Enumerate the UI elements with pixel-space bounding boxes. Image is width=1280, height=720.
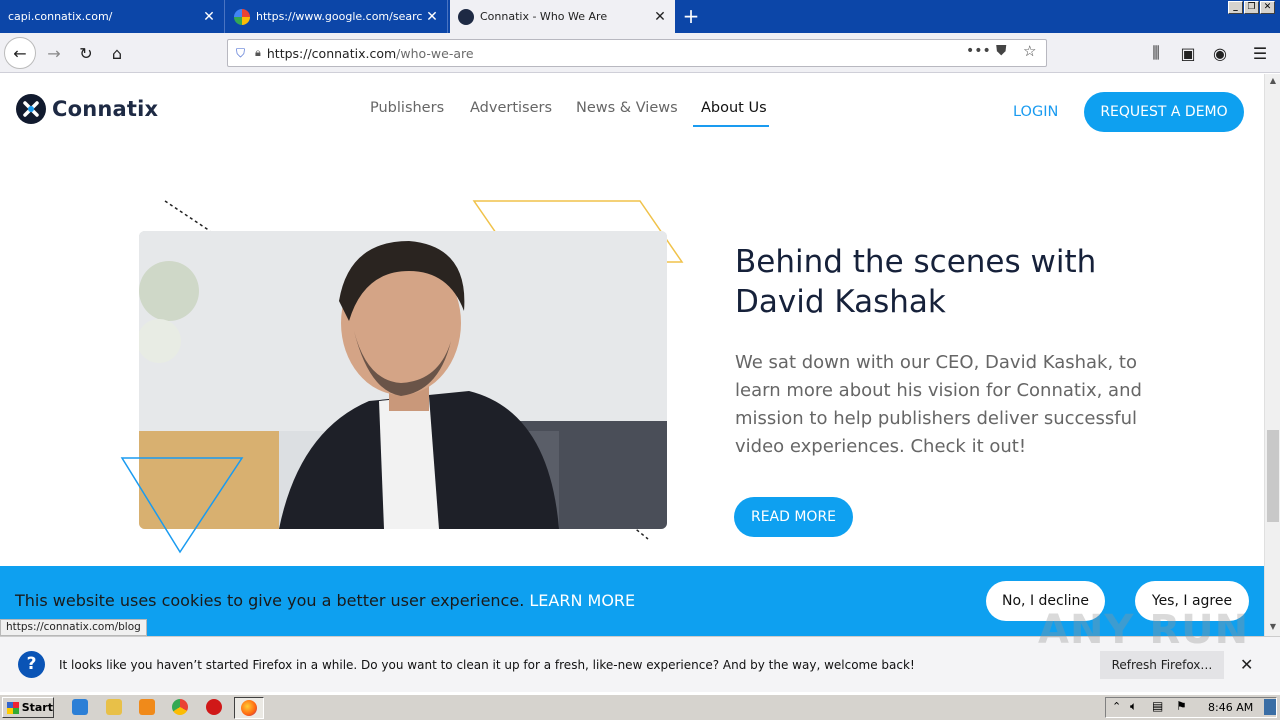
library-icon[interactable]: ⫼ [1142, 39, 1170, 67]
tab-title: Connatix - Who We Are [480, 10, 608, 23]
flag-icon[interactable]: ⚑ [1176, 699, 1187, 713]
folder-icon[interactable] [106, 699, 122, 715]
close-icon[interactable]: ✕ [423, 8, 441, 26]
taskbar-clock: 8:46 AM [1208, 701, 1254, 714]
decorative-triangle [120, 457, 244, 554]
restore-icon[interactable]: ❐ [1244, 1, 1259, 14]
question-icon: ? [18, 651, 45, 678]
page-scrollbar[interactable]: ▲ ▼ [1264, 74, 1280, 636]
windows-logo-icon [7, 701, 19, 714]
connatix-favicon-icon [458, 8, 474, 25]
show-desktop-icon[interactable] [1264, 699, 1276, 715]
feature-description: We sat down with our CEO, David Kashak, … [735, 352, 1142, 457]
back-icon[interactable]: ← [4, 37, 36, 69]
taskbar: Start ⌃ 🔈︎ ▤ ⚑ 8:46 AM [0, 694, 1280, 720]
tray-expand-icon[interactable]: ⌃ [1112, 700, 1121, 713]
close-window-icon[interactable]: ✕ [1260, 1, 1275, 14]
cookie-message: This website uses cookies to give you a … [15, 591, 525, 610]
account-icon[interactable]: ◉ [1206, 39, 1234, 67]
google-icon [234, 8, 250, 25]
start-label: Start [21, 701, 53, 714]
tab-title: https://www.google.com/search? [256, 10, 423, 23]
volume-icon[interactable]: 🔈︎ [1130, 699, 1137, 714]
close-icon[interactable]: ✕ [1240, 655, 1253, 674]
bookmark-star-icon[interactable]: ☆ [1023, 42, 1036, 60]
tab-title: capi.connatix.com/ [8, 10, 113, 23]
feature-headline: Behind the scenes with David Kashak [735, 244, 1097, 320]
network-icon[interactable]: ▤ [1152, 699, 1163, 713]
tab-capi[interactable]: capi.connatix.com/ ✕ [0, 0, 225, 33]
close-icon[interactable]: ✕ [200, 8, 218, 26]
refresh-firefox-button[interactable]: Refresh Firefox… [1100, 651, 1224, 679]
tab-connatix[interactable]: Connatix - Who We Are ✕ [450, 0, 675, 33]
scroll-down-icon[interactable]: ▼ [1267, 622, 1279, 634]
status-link-preview: https://connatix.com/blog [0, 619, 147, 636]
tab-google[interactable]: https://www.google.com/search? ✕ [226, 0, 448, 33]
close-icon[interactable]: ✕ [651, 8, 669, 26]
learn-more-link[interactable]: LEARN MORE [529, 591, 635, 610]
minimize-icon[interactable]: _ [1228, 1, 1243, 14]
new-tab-icon[interactable]: + [680, 6, 702, 28]
menu-icon[interactable]: ☰ [1246, 39, 1274, 67]
pocket-icon[interactable]: ⛊ [996, 43, 1007, 59]
reload-icon[interactable]: ↻ [72, 39, 100, 67]
notification-text: It looks like you haven’t started Firefo… [59, 658, 915, 672]
anyrun-watermark: ANY RUN [1038, 607, 1250, 653]
url-bar[interactable]: ⛉ 🔒︎ https://connatix.com/who-we-are •••… [227, 39, 1047, 67]
start-button[interactable]: Start [2, 697, 54, 718]
media-player-icon[interactable] [139, 699, 155, 715]
lock-icon: 🔒︎ [255, 46, 261, 59]
tab-strip: capi.connatix.com/ ✕ https://www.google.… [0, 0, 1280, 33]
url-host: https://connatix.com [266, 45, 397, 61]
opera-icon[interactable] [206, 699, 222, 715]
url-path: /who-we-are [396, 45, 474, 61]
read-more-button[interactable]: READ MORE [734, 497, 853, 537]
firefox-icon [241, 700, 257, 716]
navigation-toolbar: ← → ↻ ⌂ ⛉ 🔒︎ https://connatix.com/who-we… [0, 33, 1280, 73]
forward-icon[interactable]: → [40, 39, 68, 67]
shield-icon: ⛉ [236, 45, 246, 60]
sidebar-icon[interactable]: ▣ [1174, 39, 1202, 67]
web-page: Connatix Publishers Advertisers News & V… [0, 74, 1264, 636]
more-actions-icon[interactable]: ••• [966, 43, 991, 59]
scroll-up-icon[interactable]: ▲ [1267, 76, 1279, 88]
scrollbar-thumb[interactable] [1267, 430, 1279, 522]
taskbar-firefox-window[interactable] [234, 697, 264, 719]
ie-icon[interactable] [72, 699, 88, 715]
home-icon[interactable]: ⌂ [103, 39, 131, 67]
chrome-icon[interactable] [172, 699, 188, 715]
